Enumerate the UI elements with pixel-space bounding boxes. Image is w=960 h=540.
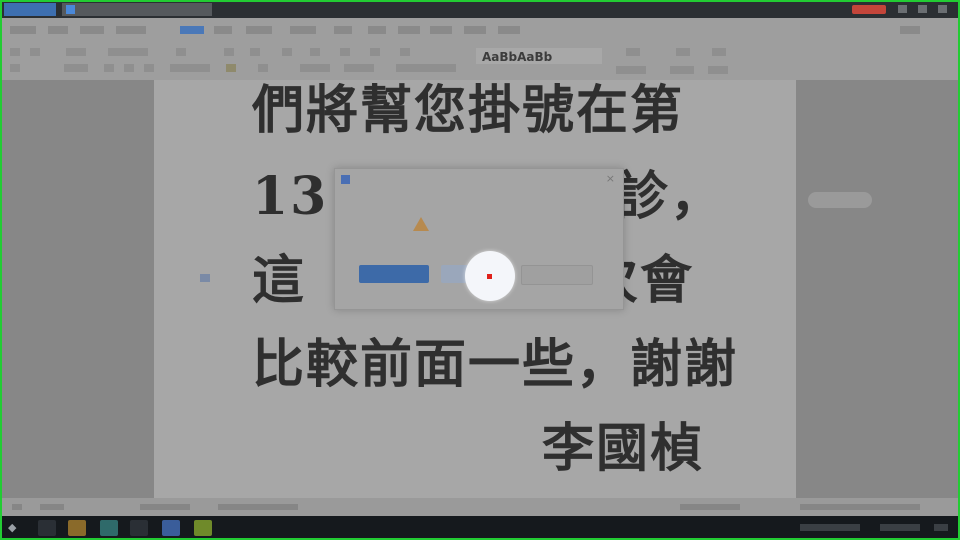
menu-item[interactable] — [464, 26, 486, 34]
document-line: 這 — [252, 250, 307, 311]
clock[interactable] — [880, 524, 920, 531]
title-action-button[interactable] — [852, 5, 886, 14]
highlight-icon[interactable] — [226, 64, 236, 72]
warning-icon — [413, 217, 429, 231]
close-window-button[interactable] — [938, 5, 947, 13]
app-icon[interactable] — [130, 520, 148, 536]
zoom-slider[interactable] — [800, 504, 920, 510]
start-icon[interactable]: ◆ — [8, 521, 22, 535]
tool-icon[interactable] — [176, 48, 186, 56]
document-signature: 李國楨 — [542, 418, 705, 479]
ribbon-toolbar: AaBbAaBb — [0, 18, 960, 80]
tool-icon[interactable] — [400, 48, 410, 56]
tool-icon[interactable] — [712, 48, 726, 56]
menu-item[interactable] — [214, 26, 232, 34]
app-icon[interactable] — [194, 520, 212, 536]
tool-icon[interactable] — [708, 66, 728, 74]
menu-item[interactable] — [246, 26, 272, 34]
side-pill[interactable] — [808, 192, 872, 208]
status-item — [12, 504, 22, 510]
file-explorer-icon[interactable] — [68, 520, 86, 536]
tool-icon[interactable] — [340, 48, 350, 56]
italic-icon[interactable] — [124, 64, 134, 72]
tool-icon[interactable] — [396, 64, 456, 72]
menu-item[interactable] — [334, 26, 352, 34]
menu-item[interactable] — [10, 26, 36, 34]
tool-icon[interactable] — [616, 66, 646, 74]
click-point-marker — [487, 274, 492, 279]
menu-item[interactable] — [398, 26, 420, 34]
menu-item[interactable] — [48, 26, 68, 34]
document-line: 比較前面一些，謝謝 — [252, 334, 739, 395]
style-sample: AaBbAaBb — [482, 50, 553, 64]
tool-icon[interactable] — [370, 48, 380, 56]
cursor-mark — [200, 274, 210, 282]
view-controls[interactable] — [680, 504, 740, 510]
status-bar — [0, 498, 960, 516]
notification-icon[interactable] — [934, 524, 948, 531]
tool-icon[interactable] — [344, 64, 374, 72]
menu-item[interactable] — [116, 26, 146, 34]
menu-item[interactable] — [430, 26, 452, 34]
document-line: 們將幫您掛號在第 — [252, 80, 685, 141]
menu-item[interactable] — [368, 26, 386, 34]
tool-icon[interactable] — [224, 48, 234, 56]
tool-icon[interactable] — [282, 48, 292, 56]
tool-icon[interactable] — [310, 48, 320, 56]
underline-icon[interactable] — [144, 64, 154, 72]
font-name-select[interactable] — [108, 48, 148, 56]
ribbon-menu — [0, 22, 960, 38]
dialog-primary-button[interactable] — [359, 265, 429, 283]
tool-icon[interactable] — [626, 48, 640, 56]
document-line: 13 — [252, 166, 329, 227]
menu-item[interactable] — [498, 26, 520, 34]
minimize-button[interactable] — [898, 5, 907, 13]
tool-icon[interactable] — [170, 64, 210, 72]
menu-item[interactable] — [900, 26, 920, 34]
dialog-cancel-button[interactable] — [521, 265, 593, 285]
tool-icon[interactable] — [30, 48, 40, 56]
tool-icon[interactable] — [64, 64, 88, 72]
document-icon — [66, 5, 75, 14]
taskbar: ◆ — [0, 516, 960, 540]
maximize-button[interactable] — [918, 5, 927, 13]
status-item — [140, 504, 190, 510]
system-tray[interactable] — [800, 524, 860, 531]
menu-item[interactable] — [80, 26, 104, 34]
word-app-icon[interactable] — [162, 520, 180, 536]
menu-item[interactable] — [290, 26, 316, 34]
title-bar — [0, 0, 960, 18]
search-icon[interactable] — [38, 520, 56, 536]
document-tab[interactable] — [62, 3, 212, 16]
tool-icon[interactable] — [300, 64, 330, 72]
bold-icon[interactable] — [104, 64, 114, 72]
status-item — [40, 504, 64, 510]
app-logo-icon — [341, 175, 350, 184]
close-icon[interactable]: × — [606, 172, 615, 185]
tool-icon[interactable] — [676, 48, 690, 56]
status-item — [218, 504, 298, 510]
app-icon[interactable] — [100, 520, 118, 536]
tool-icon[interactable] — [10, 48, 20, 56]
tool-icon[interactable] — [66, 48, 86, 56]
tool-icon[interactable] — [670, 66, 694, 74]
menu-item-active[interactable] — [180, 26, 204, 34]
tool-icon[interactable] — [10, 64, 20, 72]
tool-icon[interactable] — [258, 64, 268, 72]
document-line: 診， — [616, 166, 725, 227]
tool-icon[interactable] — [250, 48, 260, 56]
style-gallery[interactable]: AaBbAaBb — [476, 48, 602, 64]
app-tab[interactable] — [4, 3, 56, 16]
